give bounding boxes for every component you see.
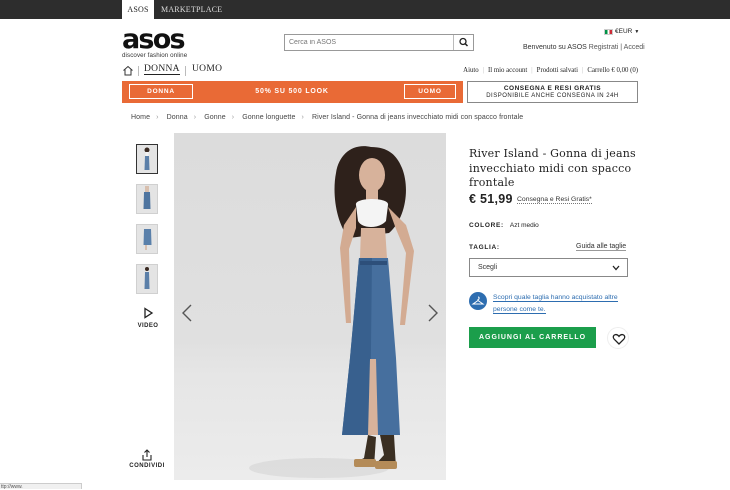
colour-value: Azt medio [509,222,539,229]
home-icon[interactable] [122,65,134,76]
search-icon [459,37,469,47]
breadcrumb-current: River Island - Gonna di jeans invecchiat… [311,114,524,121]
tab-marketplace[interactable]: MARKETPLACE [161,0,222,19]
currency-selector[interactable]: €EUR ▼ [604,28,639,35]
tab-uomo[interactable]: UOMO [192,64,222,74]
share-button[interactable]: CONDIVIDI [125,449,169,469]
model-photo [249,146,414,478]
breadcrumb: Home › Donna › Gonne › Gonne longuette › Riv… [131,114,524,121]
heart-icon [612,333,626,345]
previous-image-arrow[interactable] [180,303,194,323]
colour-info: COLORE: Azt medio [469,222,539,229]
cart-link[interactable]: Carrello € 0,00 (0) [587,67,638,74]
search-input[interactable] [285,35,453,50]
promo-uomo-button[interactable]: UOMO [404,84,456,99]
search-button[interactable] [453,35,473,50]
italy-flag-icon [604,28,613,35]
breadcrumb-gonne[interactable]: Gonne [204,114,226,121]
fit-assistant-link[interactable]: Scopri quale taglia hanno acquistato alt… [493,294,618,314]
thumbnail-3[interactable] [136,224,158,254]
free-delivery-link[interactable]: Consegna e Resi Gratis* [517,196,592,204]
browser-status-bar: ttp://www. [0,483,82,490]
tab-donna[interactable]: DONNA [144,64,180,75]
thumbnail-1[interactable] [136,144,158,174]
promo-message: 50% SU 500 LOOK [255,88,329,95]
size-select-value: Scegli [478,264,498,271]
thumbnail-list [136,144,160,304]
shipping-banner[interactable]: CONSEGNA E RESI GRATIS DISPONIBILE ANCHE… [467,81,638,103]
logo-tagline: discover fashion online [122,52,188,59]
promo-banner: DONNA 50% SU 500 LOOK UOMO [122,81,463,103]
account-links[interactable]: Registrati | Accedi [589,44,645,51]
video-label: VIDEO [137,323,159,329]
caret-down-icon: ▼ [634,28,640,35]
breadcrumb-donna[interactable]: Donna [167,114,188,121]
thumbnail-2[interactable] [136,184,158,214]
asos-logo[interactable]: asos discover fashion online [122,24,188,59]
shipping-title: CONSEGNA E RESI GRATIS [503,85,602,92]
top-bar: ASOS MARKETPLACE [0,0,730,19]
product-price: € 51,99 [469,192,513,206]
promo-donna-button[interactable]: DONNA [129,84,193,99]
size-label: TAGLIA: [469,244,500,251]
logo-word: asos [122,24,186,55]
nav-divider [138,66,139,76]
size-select[interactable]: Scegli [469,258,628,277]
breadcrumb-home[interactable]: Home [131,114,150,121]
saved-items-link[interactable]: Prodotti salvati [537,67,578,74]
share-icon [142,449,152,461]
search-box [284,34,474,51]
shipping-subtitle: DISPONIBILE ANCHE CONSEGNA IN 24H [486,93,619,99]
tab-asos[interactable]: ASOS [122,0,154,19]
save-for-later-button[interactable] [607,327,629,349]
next-image-arrow[interactable] [426,303,440,323]
welcome-area: Benvenuto su ASOS Registrati | Accedi [523,44,645,51]
currency-label: €EUR [615,28,633,35]
video-button[interactable]: VIDEO [136,307,160,329]
main-nav: DONNA UOMO Aiuto | Il mio account | Prodot… [122,64,638,79]
product-title: River Island - Gonna di jeans invecchiat… [469,147,636,189]
share-label: CONDIVIDI [129,463,165,469]
utility-links: Aiuto | Il mio account | Prodotti salvati |… [463,67,638,74]
size-guide-link[interactable]: Guida alle taglie [576,243,627,251]
play-icon [144,307,154,319]
nav-divider [185,66,186,76]
colour-label: COLORE: [469,222,504,229]
chevron-down-icon [612,265,620,271]
welcome-text: Benvenuto su ASOS [523,44,587,51]
product-main-image[interactable] [174,133,446,480]
help-link[interactable]: Aiuto [463,67,478,74]
hanger-icon [469,292,487,310]
breadcrumb-longuette[interactable]: Gonne longuette [242,114,295,121]
thumbnail-4[interactable] [136,264,158,294]
account-link[interactable]: Il mio account [488,67,527,74]
add-to-cart-button[interactable]: AGGIUNGI AL CARRELLO [469,327,596,348]
